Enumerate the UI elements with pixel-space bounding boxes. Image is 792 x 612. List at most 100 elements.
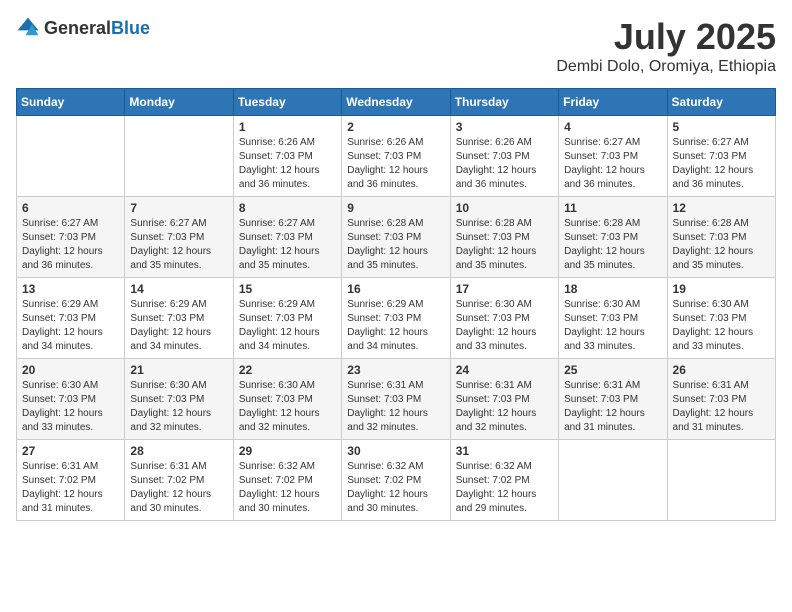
day-info: Sunrise: 6:26 AM Sunset: 7:03 PM Dayligh…	[239, 136, 336, 192]
calendar-cell: 9 Sunrise: 6:28 AM Sunset: 7:03 PM Daylig…	[342, 197, 450, 278]
calendar-cell: 14 Sunrise: 6:29 AM Sunset: 7:03 PM Dayli…	[125, 278, 233, 359]
calendar-cell	[667, 440, 775, 521]
day-number: 13	[22, 282, 119, 296]
weekday-header-wednesday: Wednesday	[342, 89, 450, 116]
logo: GeneralBlue	[16, 16, 150, 40]
page-header: GeneralBlue July 2025 Dembi Dolo, Oromiy…	[16, 16, 776, 76]
day-number: 9	[347, 201, 444, 215]
calendar-cell: 10Sunrise: 6:28 AM Sunset: 7:03 PM Dayli…	[450, 197, 558, 278]
day-number: 24	[456, 363, 553, 377]
calendar-cell: 22Sunrise: 6:30 AM Sunset: 7:03 PM Dayli…	[233, 359, 341, 440]
calendar-cell: 6 Sunrise: 6:27 AM Sunset: 7:03 PM Daylig…	[17, 197, 125, 278]
day-info: Sunrise: 6:28 AM Sunset: 7:03 PM Dayligh…	[564, 217, 661, 273]
logo-icon	[16, 16, 40, 40]
day-number: 27	[22, 444, 119, 458]
calendar-cell: 18 Sunrise: 6:30 AM Sunset: 7:03 PM Dayli…	[559, 278, 667, 359]
calendar-cell	[17, 116, 125, 197]
day-info: Sunrise: 6:30 AM Sunset: 7:03 PM Dayligh…	[22, 379, 119, 435]
day-number: 18	[564, 282, 661, 296]
calendar-cell: 26Sunrise: 6:31 AM Sunset: 7:03 PM Dayli…	[667, 359, 775, 440]
day-number: 22	[239, 363, 336, 377]
location-title: Dembi Dolo, Oromiya, Ethiopia	[556, 58, 776, 76]
day-info: Sunrise: 6:31 AM Sunset: 7:03 PM Dayligh…	[347, 379, 444, 435]
day-info: Sunrise: 6:31 AM Sunset: 7:02 PM Dayligh…	[22, 460, 119, 516]
day-number: 30	[347, 444, 444, 458]
calendar-cell: 13 Sunrise: 6:29 AM Sunset: 7:03 PM Dayli…	[17, 278, 125, 359]
day-info: Sunrise: 6:29 AM Sunset: 7:03 PM Dayligh…	[130, 298, 227, 354]
calendar-cell: 5 Sunrise: 6:27 AM Sunset: 7:03 PM Daylig…	[667, 116, 775, 197]
day-number: 23	[347, 363, 444, 377]
calendar-cell: 1 Sunrise: 6:26 AM Sunset: 7:03 PM Daylig…	[233, 116, 341, 197]
day-info: Sunrise: 6:27 AM Sunset: 7:03 PM Dayligh…	[673, 136, 770, 192]
day-info: Sunrise: 6:27 AM Sunset: 7:03 PM Dayligh…	[22, 217, 119, 273]
day-number: 31	[456, 444, 553, 458]
day-number: 3	[456, 120, 553, 134]
day-number: 2	[347, 120, 444, 134]
calendar-cell: 8 Sunrise: 6:27 AM Sunset: 7:03 PM Daylig…	[233, 197, 341, 278]
day-number: 8	[239, 201, 336, 215]
day-number: 4	[564, 120, 661, 134]
day-info: Sunrise: 6:26 AM Sunset: 7:03 PM Dayligh…	[347, 136, 444, 192]
calendar-cell: 2 Sunrise: 6:26 AM Sunset: 7:03 PM Daylig…	[342, 116, 450, 197]
calendar-cell	[125, 116, 233, 197]
logo-general: General	[44, 18, 111, 38]
calendar-cell: 11Sunrise: 6:28 AM Sunset: 7:03 PM Dayli…	[559, 197, 667, 278]
calendar-header-row: SundayMondayTuesdayWednesdayThursdayFrid…	[17, 89, 776, 116]
day-info: Sunrise: 6:30 AM Sunset: 7:03 PM Dayligh…	[564, 298, 661, 354]
calendar-cell: 31 Sunrise: 6:32 AM Sunset: 7:02 PM Dayli…	[450, 440, 558, 521]
calendar-cell: 17Sunrise: 6:30 AM Sunset: 7:03 PM Dayli…	[450, 278, 558, 359]
day-number: 12	[673, 201, 770, 215]
calendar-cell: 4 Sunrise: 6:27 AM Sunset: 7:03 PM Daylig…	[559, 116, 667, 197]
day-info: Sunrise: 6:27 AM Sunset: 7:03 PM Dayligh…	[130, 217, 227, 273]
calendar-cell: 21 Sunrise: 6:30 AM Sunset: 7:03 PM Dayli…	[125, 359, 233, 440]
calendar-cell	[559, 440, 667, 521]
day-number: 1	[239, 120, 336, 134]
day-number: 28	[130, 444, 227, 458]
calendar-cell: 27 Sunrise: 6:31 AM Sunset: 7:02 PM Dayli…	[17, 440, 125, 521]
weekday-header-friday: Friday	[559, 89, 667, 116]
day-info: Sunrise: 6:31 AM Sunset: 7:02 PM Dayligh…	[130, 460, 227, 516]
calendar-cell: 29 Sunrise: 6:32 AM Sunset: 7:02 PM Dayli…	[233, 440, 341, 521]
calendar-cell: 3 Sunrise: 6:26 AM Sunset: 7:03 PM Daylig…	[450, 116, 558, 197]
day-info: Sunrise: 6:28 AM Sunset: 7:03 PM Dayligh…	[347, 217, 444, 273]
day-number: 21	[130, 363, 227, 377]
day-number: 14	[130, 282, 227, 296]
calendar-week-5: 27 Sunrise: 6:31 AM Sunset: 7:02 PM Dayli…	[17, 440, 776, 521]
calendar-cell: 20 Sunrise: 6:30 AM Sunset: 7:03 PM Dayli…	[17, 359, 125, 440]
logo-blue: Blue	[111, 18, 150, 38]
calendar-cell: 19Sunrise: 6:30 AM Sunset: 7:03 PM Dayli…	[667, 278, 775, 359]
day-info: Sunrise: 6:32 AM Sunset: 7:02 PM Dayligh…	[347, 460, 444, 516]
day-info: Sunrise: 6:31 AM Sunset: 7:03 PM Dayligh…	[564, 379, 661, 435]
month-title: July 2025	[556, 16, 776, 58]
day-info: Sunrise: 6:32 AM Sunset: 7:02 PM Dayligh…	[456, 460, 553, 516]
day-number: 15	[239, 282, 336, 296]
calendar-cell: 7 Sunrise: 6:27 AM Sunset: 7:03 PM Daylig…	[125, 197, 233, 278]
weekday-header-sunday: Sunday	[17, 89, 125, 116]
day-info: Sunrise: 6:31 AM Sunset: 7:03 PM Dayligh…	[673, 379, 770, 435]
day-number: 6	[22, 201, 119, 215]
day-number: 20	[22, 363, 119, 377]
day-number: 29	[239, 444, 336, 458]
calendar-cell: 24 Sunrise: 6:31 AM Sunset: 7:03 PM Dayli…	[450, 359, 558, 440]
day-info: Sunrise: 6:30 AM Sunset: 7:03 PM Dayligh…	[130, 379, 227, 435]
calendar-week-2: 6 Sunrise: 6:27 AM Sunset: 7:03 PM Daylig…	[17, 197, 776, 278]
calendar-week-1: 1 Sunrise: 6:26 AM Sunset: 7:03 PM Daylig…	[17, 116, 776, 197]
day-info: Sunrise: 6:27 AM Sunset: 7:03 PM Dayligh…	[239, 217, 336, 273]
day-number: 10	[456, 201, 553, 215]
day-info: Sunrise: 6:31 AM Sunset: 7:03 PM Dayligh…	[456, 379, 553, 435]
day-info: Sunrise: 6:29 AM Sunset: 7:03 PM Dayligh…	[239, 298, 336, 354]
day-info: Sunrise: 6:27 AM Sunset: 7:03 PM Dayligh…	[564, 136, 661, 192]
day-number: 16	[347, 282, 444, 296]
day-info: Sunrise: 6:28 AM Sunset: 7:03 PM Dayligh…	[673, 217, 770, 273]
day-number: 5	[673, 120, 770, 134]
calendar-cell: 25Sunrise: 6:31 AM Sunset: 7:03 PM Dayli…	[559, 359, 667, 440]
day-info: Sunrise: 6:26 AM Sunset: 7:03 PM Dayligh…	[456, 136, 553, 192]
calendar-cell: 16Sunrise: 6:29 AM Sunset: 7:03 PM Dayli…	[342, 278, 450, 359]
weekday-header-tuesday: Tuesday	[233, 89, 341, 116]
day-info: Sunrise: 6:32 AM Sunset: 7:02 PM Dayligh…	[239, 460, 336, 516]
calendar-week-3: 13 Sunrise: 6:29 AM Sunset: 7:03 PM Dayli…	[17, 278, 776, 359]
calendar-cell: 15 Sunrise: 6:29 AM Sunset: 7:03 PM Dayli…	[233, 278, 341, 359]
day-number: 7	[130, 201, 227, 215]
calendar-cell: 28 Sunrise: 6:31 AM Sunset: 7:02 PM Dayli…	[125, 440, 233, 521]
day-info: Sunrise: 6:29 AM Sunset: 7:03 PM Dayligh…	[22, 298, 119, 354]
